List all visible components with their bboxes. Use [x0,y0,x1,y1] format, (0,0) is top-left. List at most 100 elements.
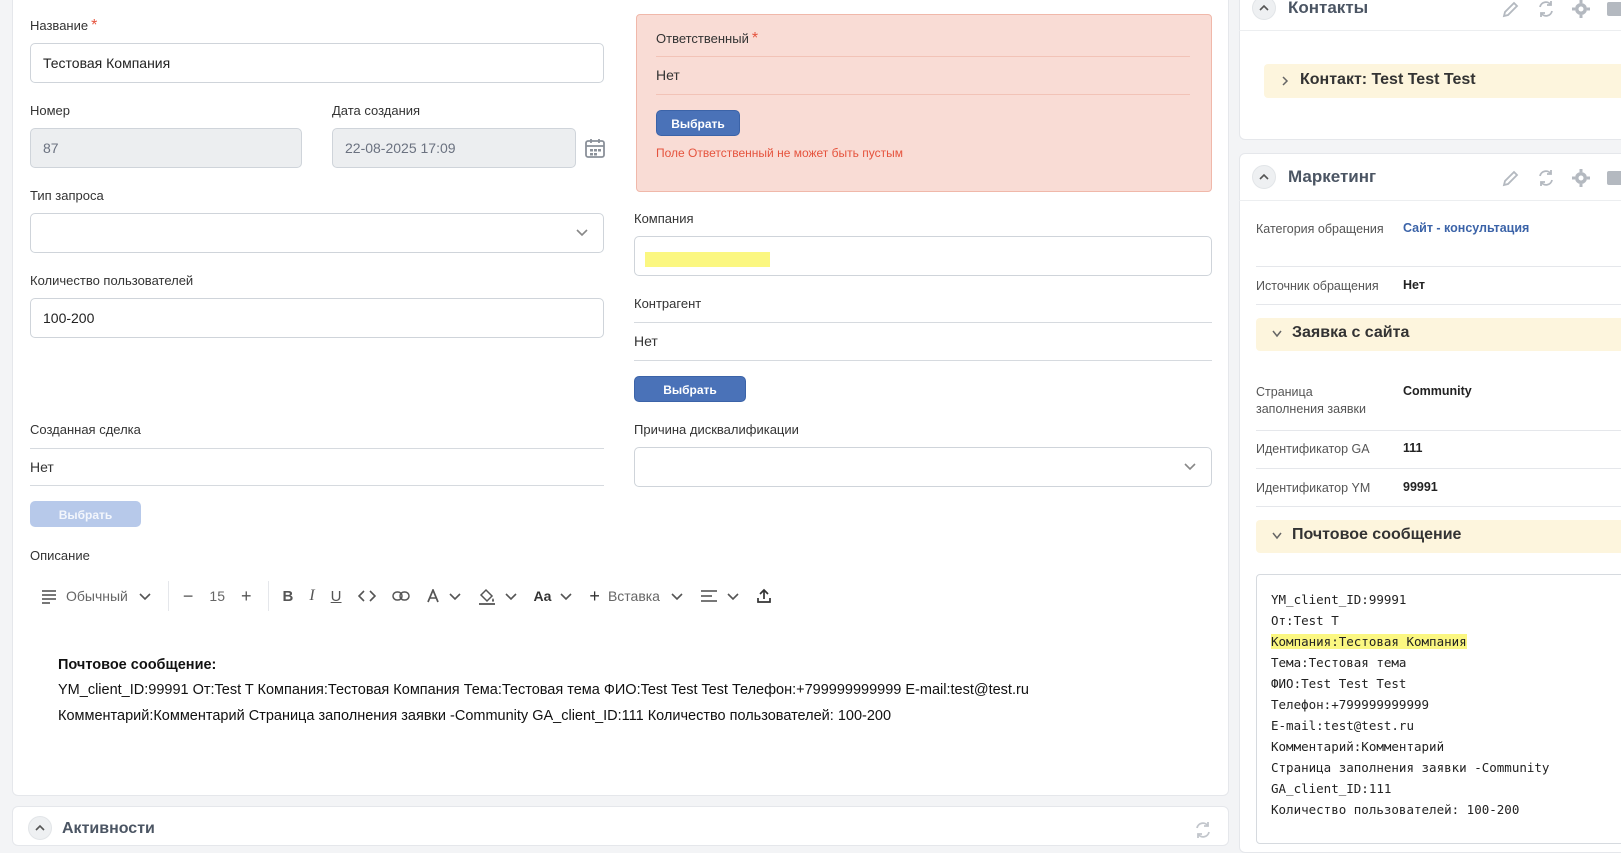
mail-line: Тема:Тестовая тема [1271,655,1407,670]
toolbar-separator [267,581,269,611]
divider [30,485,604,486]
code-icon [357,590,376,602]
font-size-input[interactable]: 15 [209,588,225,604]
calendar-icon[interactable] [584,137,606,159]
ga-value: 111 [1403,441,1423,455]
page-value: Community [1403,384,1472,398]
menu-icon[interactable] [1605,0,1621,19]
source-label: Источник обращения [1256,279,1379,293]
contact-item-label: Контакт: Test Test Test [1300,71,1476,88]
number-label: Номер [30,103,71,118]
menu-icon[interactable] [1605,168,1621,188]
divider [30,448,604,449]
divider [634,360,1212,361]
chevron-down-icon [448,593,461,601]
background-color-dropdown[interactable] [478,587,518,605]
category-label: Категория обращения [1256,222,1384,236]
paragraph-style-value: Обычный [66,588,128,604]
divider [656,56,1190,57]
source-value: Нет [1403,278,1425,292]
company-input[interactable] [634,236,1212,276]
editor-toolbar: Обычный − 15 + B I U Aa + Вставка [40,580,788,612]
mail-message-box: YM_client_ID:99991 От:Test T Компания:Те… [1256,574,1621,844]
chevron-down-icon [1272,330,1282,338]
divider [634,322,1212,323]
counterparty-select-button[interactable]: Выбрать [634,376,746,402]
font-size-decrease-button[interactable]: − [183,586,194,607]
chevron-down-icon [504,593,517,601]
mail-message-section-header[interactable]: Почтовое сообщение [1256,520,1621,553]
italic-button[interactable]: I [309,587,314,605]
site-request-title: Заявка с сайта [1292,324,1410,341]
font-size-increase-button[interactable]: + [241,586,252,607]
mail-line: Телефон:+799999999999 [1271,697,1430,712]
chevron-down-icon [671,593,683,601]
refresh-icon[interactable] [1193,820,1213,840]
mail-line: ФИО:Test Test Test [1271,676,1407,691]
mail-line: Комментарий:Комментарий [1271,739,1445,754]
counterparty-value: Нет [634,333,658,349]
disqualification-reason-select[interactable] [634,447,1212,487]
number-input[interactable]: 87 [30,128,302,168]
disqualification-reason-label: Причина дисквалификации [634,422,799,437]
ga-label: Идентификатор GA [1256,442,1370,456]
toolbar-separator [167,581,169,611]
edit-icon[interactable] [1501,168,1521,188]
insert-dropdown[interactable]: + Вставка [589,586,684,607]
paragraph-style-dropdown[interactable]: Обычный [40,588,152,604]
link-icon [391,591,410,601]
responsible-label: Ответственный * [656,30,759,47]
divider [1256,506,1621,507]
created-date-input[interactable]: 22-08-2025 17:09 [332,128,576,168]
bold-button[interactable]: B [283,588,294,605]
chevron-down-icon [139,593,151,601]
mail-line: GA_client_ID:111 [1271,781,1392,796]
chevron-down-icon [560,593,572,601]
site-request-section-header[interactable]: Заявка с сайта [1256,318,1621,351]
code-button[interactable] [357,589,376,603]
edit-icon[interactable] [1501,0,1521,19]
upload-icon [757,588,771,603]
editor-line: YM_client_ID:99991 От:Test T Компания:Те… [58,682,1029,698]
divider [1239,30,1621,31]
chevron-up-icon [35,824,45,831]
deal-select-button[interactable]: Выбрать [30,501,141,527]
name-label: Название * [30,17,98,34]
ym-label: Идентификатор YM [1256,481,1371,495]
export-button[interactable] [756,588,772,604]
page-label: Страница заполнения заявки [1256,385,1366,416]
responsible-select-button[interactable]: Выбрать [656,110,740,136]
mail-line: Количество пользователей: 100-200 [1271,802,1520,817]
mail-message-title: Почтовое сообщение [1292,526,1462,543]
contact-item[interactable]: Контакт: Test Test Test [1264,64,1621,98]
gear-icon[interactable] [1571,168,1591,188]
responsible-error-text: Поле Ответственный не может быть пустым [656,146,903,160]
alignment-dropdown[interactable] [700,589,740,603]
text-case-dropdown[interactable]: Aa [534,588,574,604]
editor-line: Комментарий:Комментарий Страница заполне… [58,708,892,724]
chevron-down-icon [1184,463,1196,471]
divider [1239,200,1621,201]
created-deal-label: Созданная сделка [30,422,141,437]
description-label: Описание [30,548,90,563]
divider [1256,304,1621,305]
gear-icon[interactable] [1571,0,1591,19]
divider [1256,266,1621,267]
users-count-input[interactable]: 100-200 [30,298,604,338]
refresh-icon[interactable] [1536,168,1556,188]
company-highlight [645,252,770,267]
request-type-select[interactable] [30,213,604,253]
name-input[interactable]: Тестовая Компания [30,43,604,83]
chevron-down-icon [1272,532,1282,540]
refresh-icon[interactable] [1536,0,1556,19]
collapse-button[interactable] [28,816,52,840]
chevron-up-icon [1259,4,1269,11]
underline-button[interactable]: U [331,588,342,605]
collapse-button[interactable] [1252,165,1276,189]
marketing-title: Маркетинг [1288,167,1377,186]
link-button[interactable] [391,590,410,602]
mail-line: Компания:Тестовая Компания [1271,634,1467,649]
category-value[interactable]: Сайт - консультация [1403,221,1529,235]
chevron-up-icon [1259,173,1269,180]
font-color-dropdown[interactable] [426,589,462,603]
